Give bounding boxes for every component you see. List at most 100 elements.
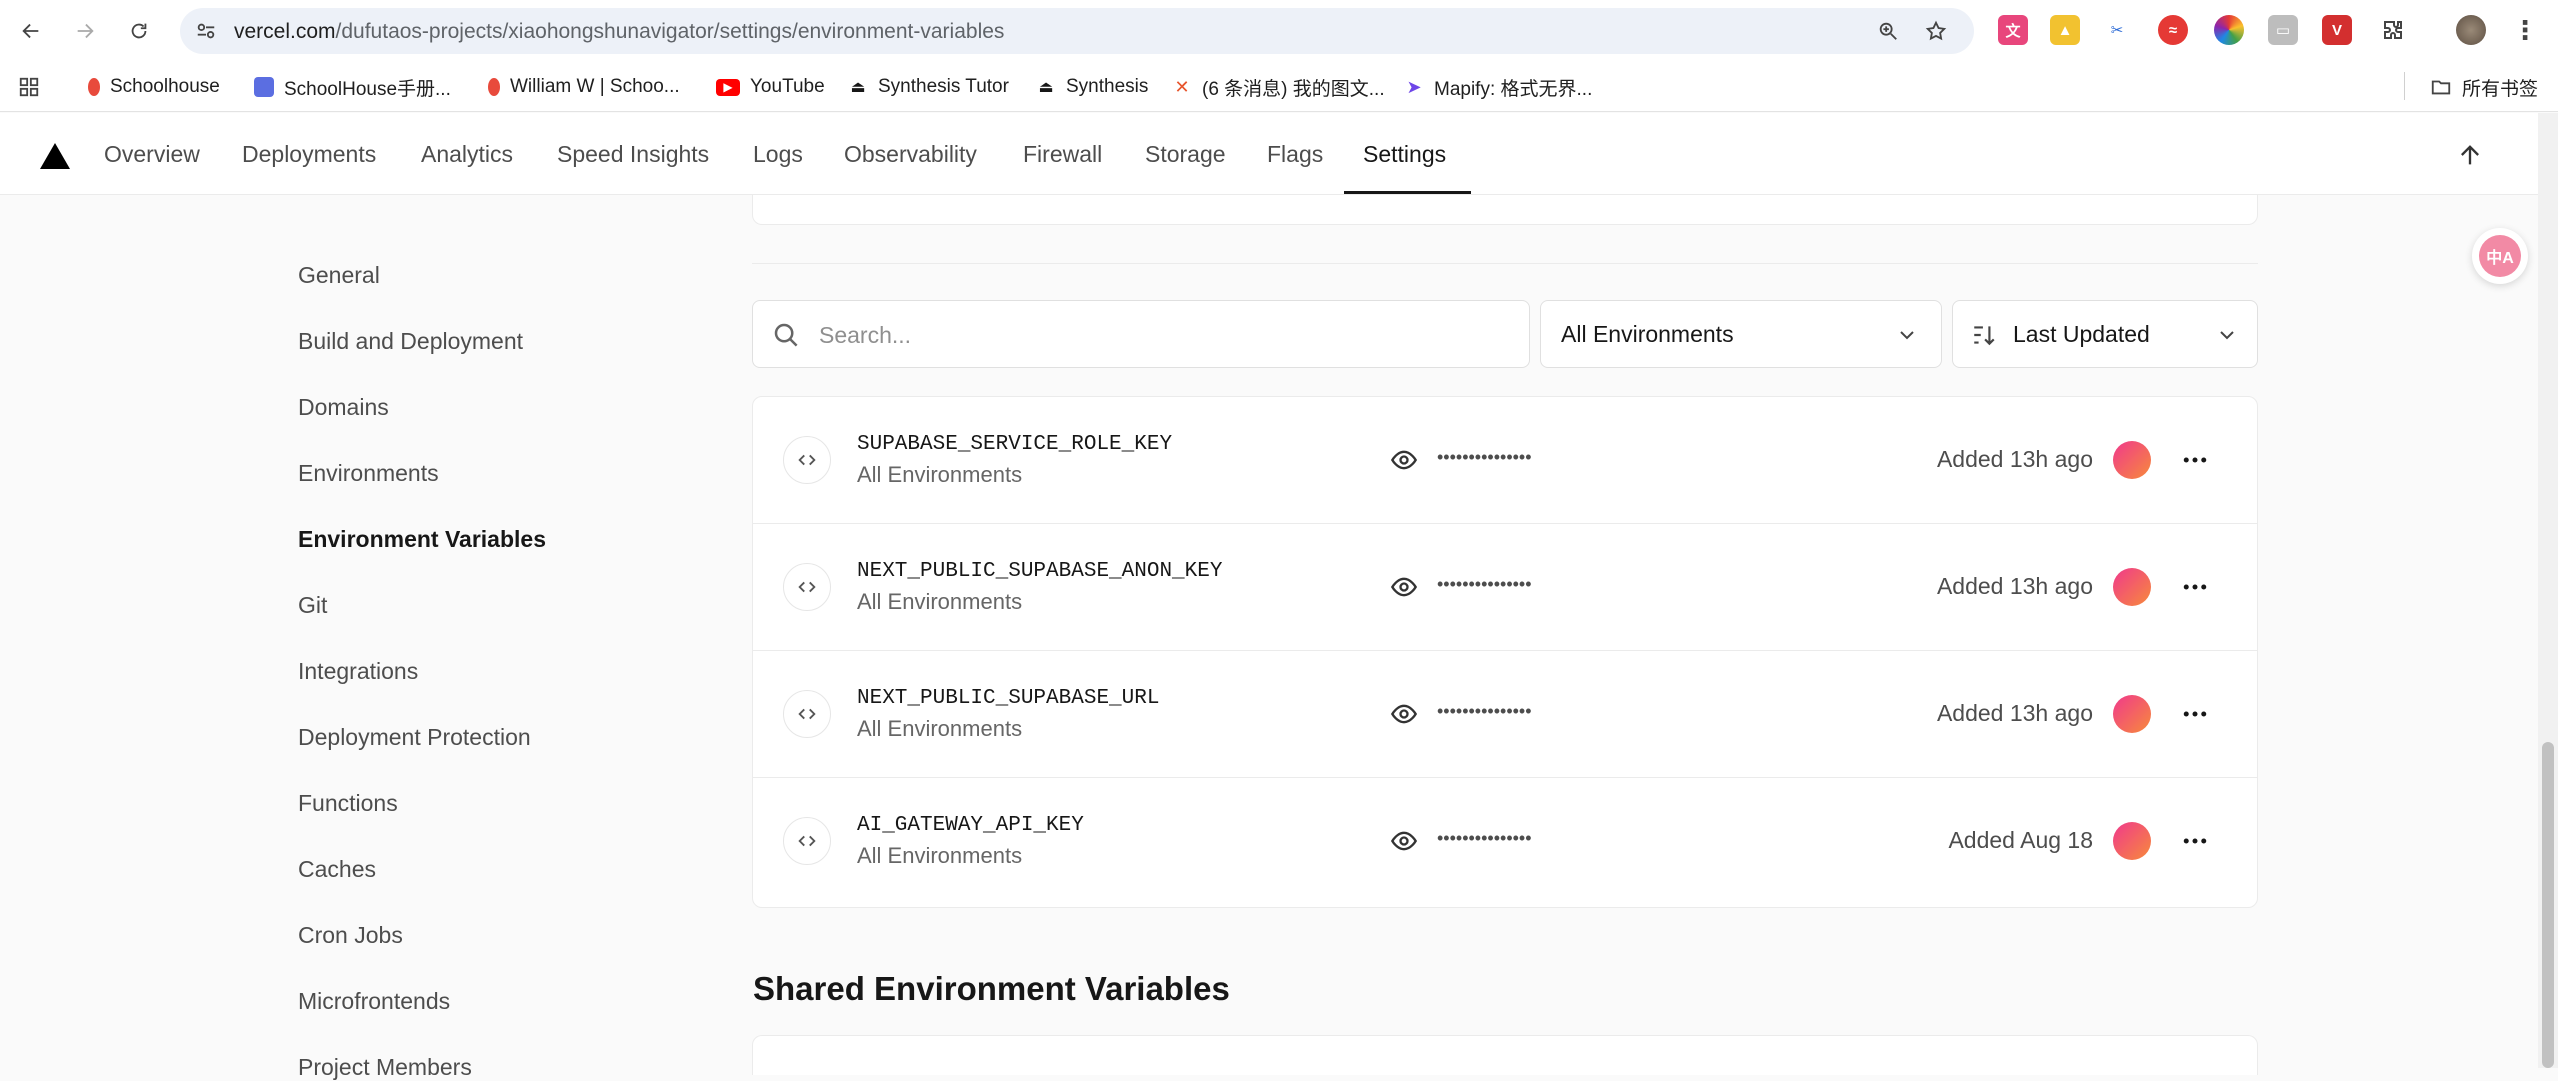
back-button[interactable]	[14, 14, 48, 48]
shared-env-variables-card	[752, 1035, 2258, 1075]
variable-environments: All Environments	[857, 462, 1023, 487]
sidebar-item-environment-variables[interactable]: Environment Variables	[298, 526, 546, 553]
sidebar-item-domains[interactable]: Domains	[298, 394, 389, 421]
environment-filter-value: All Environments	[1561, 321, 1734, 347]
browser-toolbar: vercel.com/dufutaos-projects/xiaohongshu…	[0, 0, 2558, 62]
translate-icon: 中A	[2479, 235, 2521, 277]
site-settings-icon[interactable]	[194, 19, 218, 43]
color-picker-extension-icon[interactable]	[2214, 15, 2244, 45]
sidebar-item-integrations[interactable]: Integrations	[298, 658, 418, 685]
chevron-down-icon	[2220, 331, 2234, 340]
eye-icon[interactable]	[1389, 700, 1419, 728]
env-variable-row[interactable]: NEXT_PUBLIC_SUPABASE_URL All Environment…	[753, 651, 2257, 778]
more-horizontal-icon	[2183, 457, 2207, 463]
more-horizontal-icon	[2183, 711, 2207, 717]
tab-observability[interactable]: Observability	[844, 141, 977, 168]
reload-icon	[131, 23, 147, 39]
tab-overview[interactable]: Overview	[104, 141, 200, 168]
extension-icon[interactable]: ≈	[2158, 15, 2188, 45]
bookmark-item[interactable]: SchoolHouse手册...	[254, 74, 451, 100]
bookmark-item[interactable]: ⏏ Synthesis Tutor	[848, 74, 1009, 100]
sidebar-item-cron-jobs[interactable]: Cron Jobs	[298, 922, 403, 949]
vercel-logo-icon[interactable]	[40, 143, 70, 169]
url-text[interactable]: vercel.com/dufutaos-projects/xiaohongshu…	[234, 20, 1004, 44]
forward-button[interactable]	[68, 14, 102, 48]
browser-menu-icon[interactable]: ⋮	[2510, 15, 2540, 45]
more-options-button[interactable]	[2175, 825, 2215, 857]
youtube-icon: ▶	[716, 78, 740, 96]
search-box[interactable]	[752, 300, 1530, 368]
tab-settings[interactable]: Settings	[1363, 141, 1446, 168]
scroll-to-top-icon[interactable]	[2456, 141, 2484, 169]
env-variable-row[interactable]: AI_GATEWAY_API_KEY All Environments ••••…	[753, 778, 2257, 905]
more-options-button[interactable]	[2175, 571, 2215, 603]
zoom-icon[interactable]	[1876, 19, 1900, 43]
sort-value: Last Updated	[2013, 321, 2150, 347]
translate-floating-button[interactable]: 中A	[2472, 228, 2528, 284]
variable-name[interactable]: AI_GATEWAY_API_KEY	[857, 814, 1084, 837]
sidebar-item-build-and-deployment[interactable]: Build and Deployment	[298, 328, 523, 355]
sidebar-item-deployment-protection[interactable]: Deployment Protection	[298, 724, 531, 751]
sidebar-item-functions[interactable]: Functions	[298, 790, 398, 817]
image-extension-icon[interactable]: ▭	[2268, 15, 2298, 45]
sidebar-item-git[interactable]: Git	[298, 592, 327, 619]
avatar	[2113, 568, 2151, 606]
bookmark-item[interactable]: ▶ YouTube	[716, 74, 825, 100]
scrollbar-thumb[interactable]	[2542, 742, 2554, 1068]
extensions-puzzle-icon[interactable]	[2378, 15, 2408, 45]
url-host: vercel.com	[234, 20, 336, 43]
bookmark-label: Synthesis Tutor	[878, 76, 1009, 97]
bookmark-item[interactable]: ➤ Mapify: 格式无界...	[1404, 74, 1592, 100]
tab-storage[interactable]: Storage	[1145, 141, 1226, 168]
all-bookmarks-folder[interactable]: 所有书签	[2430, 74, 2538, 100]
sidebar-item-caches[interactable]: Caches	[298, 856, 376, 883]
bookmark-item[interactable]: William W | Schoo...	[488, 74, 680, 100]
tab-deployments[interactable]: Deployments	[242, 141, 376, 168]
project-nav: Overview Deployments Analytics Speed Ins…	[0, 113, 2558, 195]
variable-name[interactable]: SUPABASE_SERVICE_ROLE_KEY	[857, 433, 1172, 456]
tab-logs[interactable]: Logs	[753, 141, 803, 168]
video-extension-icon[interactable]: V	[2322, 15, 2352, 45]
shared-env-variables-title: Shared Environment Variables	[753, 970, 1230, 1007]
tab-analytics[interactable]: Analytics	[421, 141, 513, 168]
eye-icon[interactable]	[1389, 446, 1419, 474]
profile-avatar[interactable]	[2456, 15, 2486, 45]
apps-grid-icon[interactable]	[18, 74, 40, 100]
search-input[interactable]	[819, 315, 1509, 355]
variable-environments: All Environments	[857, 843, 1023, 868]
masked-value: •••••••••••••••	[1437, 701, 1532, 721]
env-variable-row[interactable]: NEXT_PUBLIC_SUPABASE_ANON_KEY All Enviro…	[753, 524, 2257, 651]
extension-icon[interactable]: ▲	[2050, 15, 2080, 45]
bookmark-item[interactable]: Schoolhouse	[88, 74, 220, 100]
more-options-button[interactable]	[2175, 444, 2215, 476]
sidebar-item-general[interactable]: General	[298, 262, 380, 289]
chevron-down-icon	[1900, 331, 1914, 340]
address-bar[interactable]: vercel.com/dufutaos-projects/xiaohongshu…	[180, 8, 1974, 54]
variable-name[interactable]: NEXT_PUBLIC_SUPABASE_ANON_KEY	[857, 560, 1222, 583]
variable-environments: All Environments	[857, 589, 1023, 614]
variable-name[interactable]: NEXT_PUBLIC_SUPABASE_URL	[857, 687, 1159, 710]
url-path: /dufutaos-projects/xiaohongshunavigator/…	[335, 20, 1005, 43]
tab-flags[interactable]: Flags	[1267, 141, 1323, 168]
active-tab-indicator	[1344, 191, 1471, 194]
environment-filter-select[interactable]: All Environments	[1540, 300, 1942, 368]
bookmarks-bar: Schoolhouse SchoolHouse手册... William W |…	[0, 62, 2558, 112]
reload-button[interactable]	[122, 14, 156, 48]
tab-speed-insights[interactable]: Speed Insights	[557, 141, 709, 168]
bookmark-item[interactable]: ✕ (6 条消息) 我的图文...	[1172, 74, 1385, 100]
bookmark-star-icon[interactable]	[1924, 19, 1948, 43]
scissors-extension-icon[interactable]: ✂	[2102, 15, 2132, 45]
previous-card	[752, 195, 2258, 225]
sidebar-item-environments[interactable]: Environments	[298, 460, 439, 487]
code-icon	[783, 690, 831, 738]
translate-extension-icon[interactable]: 文	[1998, 15, 2028, 45]
env-variable-row[interactable]: SUPABASE_SERVICE_ROLE_KEY All Environmen…	[753, 397, 2257, 524]
tab-firewall[interactable]: Firewall	[1023, 141, 1102, 168]
schoolhouse-icon	[88, 78, 100, 96]
eye-icon[interactable]	[1389, 827, 1419, 855]
bookmark-item[interactable]: ⏏ Synthesis	[1036, 74, 1148, 100]
sort-select[interactable]: Last Updated	[1952, 300, 2258, 368]
sidebar-item-microfrontends[interactable]: Microfrontends	[298, 988, 450, 1015]
eye-icon[interactable]	[1389, 573, 1419, 601]
more-options-button[interactable]	[2175, 698, 2215, 730]
